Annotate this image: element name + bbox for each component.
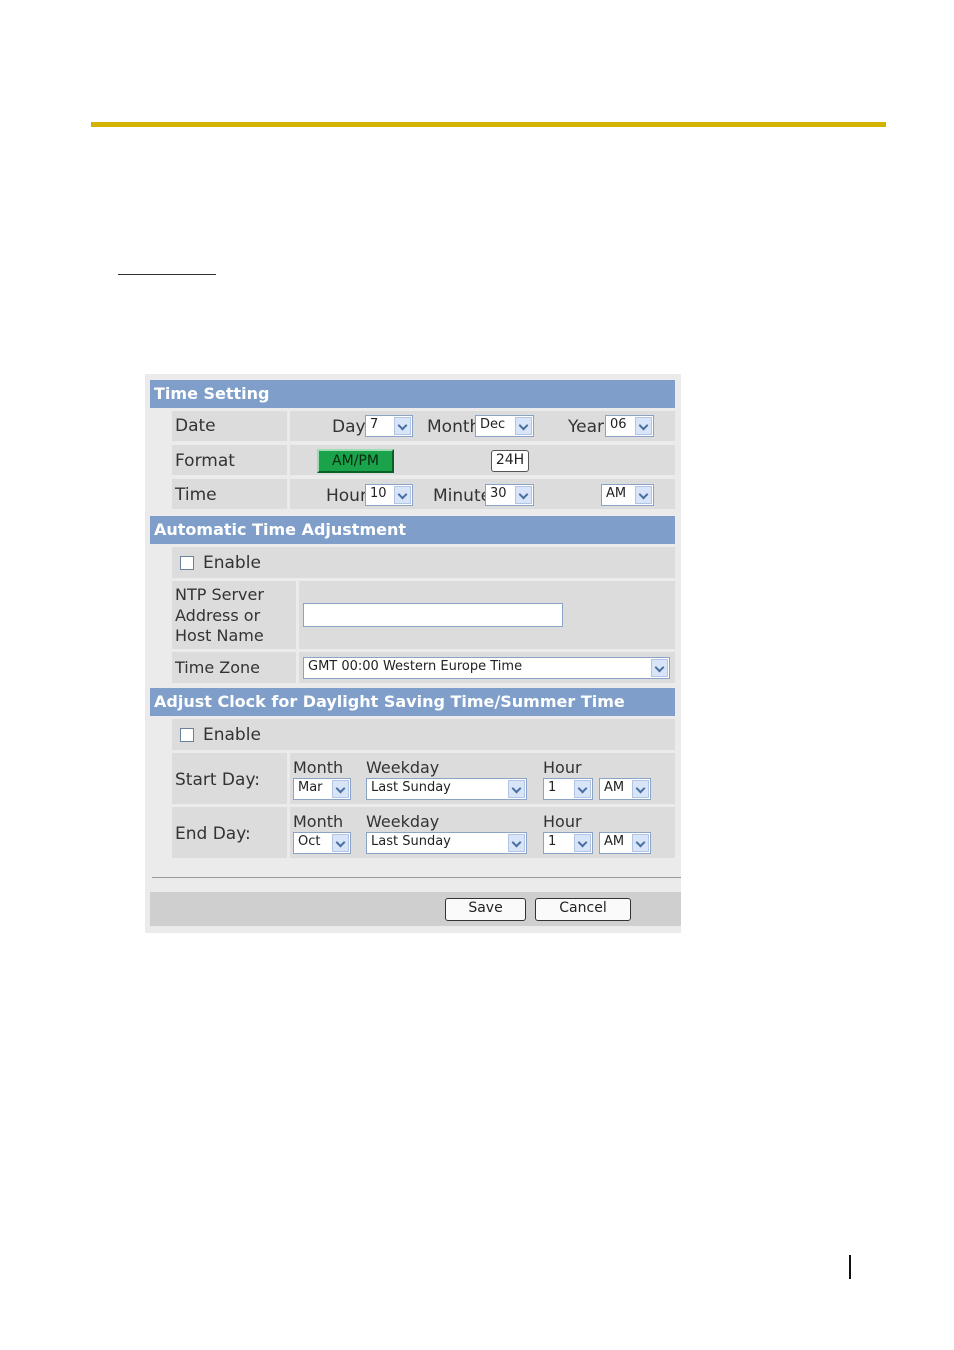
end-hour-value: 1	[548, 834, 557, 849]
chevron-down-icon	[332, 834, 349, 852]
chevron-down-icon	[574, 834, 591, 852]
dst-header: Adjust Clock for Daylight Saving Time/Su…	[150, 688, 675, 716]
chevron-down-icon	[515, 486, 532, 504]
ampm-format-button[interactable]: AM/PM	[317, 449, 394, 473]
underline-mark	[118, 274, 216, 275]
chevron-down-icon	[508, 834, 525, 852]
page-edge-mark	[849, 1255, 851, 1279]
header-rule	[91, 122, 886, 127]
year-value: 06	[610, 417, 627, 432]
timezone-label: Time Zone	[175, 658, 260, 677]
auto-enable-label: Enable	[203, 553, 261, 573]
end-month-value: Oct	[298, 834, 321, 849]
chevron-down-icon	[651, 659, 668, 677]
format-label: Format	[175, 451, 235, 471]
end-month-header: Month	[293, 812, 344, 831]
chevron-down-icon	[508, 780, 525, 798]
date-label: Date	[175, 416, 216, 436]
chevron-down-icon	[574, 780, 591, 798]
end-month-select[interactable]: Oct	[293, 832, 351, 854]
chevron-down-icon	[394, 417, 411, 435]
start-ampm-value: AM	[604, 780, 625, 795]
chevron-down-icon	[632, 834, 649, 852]
24h-format-button[interactable]: 24H	[491, 450, 529, 472]
start-weekday-header: Weekday	[366, 758, 440, 777]
start-day-label: Start Day:	[175, 770, 260, 790]
end-day-label: End Day:	[175, 824, 251, 844]
ampm-select[interactable]: AM	[601, 484, 654, 506]
day-value: 7	[370, 417, 379, 432]
ntp-label-line2: Address or	[175, 606, 261, 625]
day-select[interactable]: 7	[365, 415, 413, 437]
day-label: Day	[332, 417, 366, 437]
start-weekday-value: Last Sunday	[371, 780, 451, 795]
end-weekday-select[interactable]: Last Sunday	[366, 832, 527, 854]
dst-enable-label: Enable	[203, 725, 261, 745]
year-label: Year	[568, 417, 604, 437]
cancel-button[interactable]: Cancel	[535, 898, 631, 921]
end-ampm-select[interactable]: AM	[599, 832, 651, 854]
start-hour-value: 1	[548, 780, 557, 795]
start-month-header: Month	[293, 758, 344, 777]
minute-select[interactable]: 30	[485, 484, 534, 506]
hour-select[interactable]: 10	[365, 484, 413, 506]
start-hour-select[interactable]: 1	[543, 778, 593, 800]
time-setting-header: Time Setting	[150, 380, 675, 408]
start-month-value: Mar	[298, 780, 323, 795]
month-select[interactable]: Dec	[475, 415, 534, 437]
ntp-label-line3: Host Name	[175, 626, 264, 645]
save-button[interactable]: Save	[445, 898, 526, 921]
hour-label: Hour	[326, 486, 367, 506]
footer-divider	[152, 877, 681, 878]
ntp-label-line1: NTP Server	[175, 585, 264, 604]
ntp-server-input[interactable]	[303, 603, 563, 627]
time-settings-panel: Time Setting Date Day 7 Month Dec Year 0…	[145, 374, 681, 933]
minute-value: 30	[490, 486, 507, 501]
auto-adjust-header: Automatic Time Adjustment	[150, 516, 675, 544]
start-month-select[interactable]: Mar	[293, 778, 351, 800]
month-value: Dec	[480, 417, 506, 432]
ampm-value: AM	[606, 486, 627, 501]
year-select[interactable]: 06	[605, 415, 654, 437]
chevron-down-icon	[635, 417, 652, 435]
end-hour-select[interactable]: 1	[543, 832, 593, 854]
end-ampm-value: AM	[604, 834, 625, 849]
minute-label: Minute	[433, 486, 492, 506]
chevron-down-icon	[332, 780, 349, 798]
start-weekday-select[interactable]: Last Sunday	[366, 778, 527, 800]
start-hour-header: Hour	[543, 758, 582, 777]
chevron-down-icon	[394, 486, 411, 504]
end-weekday-value: Last Sunday	[371, 834, 451, 849]
chevron-down-icon	[635, 486, 652, 504]
start-ampm-select[interactable]: AM	[599, 778, 651, 800]
timezone-select[interactable]: GMT 00:00 Western Europe Time	[303, 657, 670, 679]
hour-value: 10	[370, 486, 387, 501]
end-weekday-header: Weekday	[366, 812, 440, 831]
chevron-down-icon	[632, 780, 649, 798]
auto-enable-checkbox[interactable]	[180, 556, 194, 570]
time-label: Time	[175, 485, 217, 505]
end-hour-header: Hour	[543, 812, 582, 831]
dst-enable-checkbox[interactable]	[180, 728, 194, 742]
month-label: Month	[427, 417, 481, 437]
chevron-down-icon	[515, 417, 532, 435]
timezone-value: GMT 00:00 Western Europe Time	[308, 659, 523, 674]
